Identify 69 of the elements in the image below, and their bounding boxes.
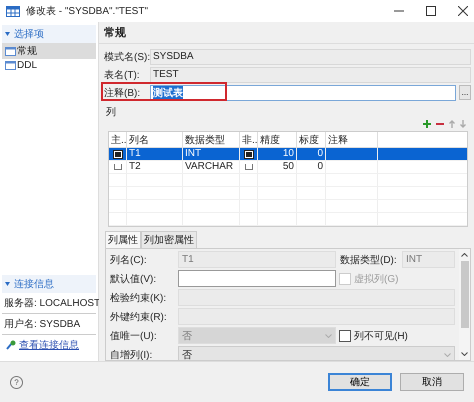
column-header[interactable]: 非.. xyxy=(240,132,258,147)
field-label: 自增列(I): xyxy=(110,348,154,360)
table-icon xyxy=(5,46,16,56)
connection-icon xyxy=(6,340,16,350)
table-icon xyxy=(6,6,20,16)
sidebar-item[interactable]: 常规 xyxy=(2,43,96,59)
column-header[interactable]: 数据类型 xyxy=(183,132,240,147)
field-label: 表名(T): xyxy=(104,68,141,82)
connection-info: 用户名: SYSDBA xyxy=(2,314,96,335)
input-field: INT xyxy=(402,251,455,268)
close-icon[interactable] xyxy=(458,6,468,16)
table-cell: 0 xyxy=(317,161,323,173)
section-title: 连接信息 xyxy=(14,278,54,291)
cancel-button[interactable]: 取消 xyxy=(400,373,464,391)
input-field[interactable]: 测试表 xyxy=(150,84,456,100)
checkbox[interactable] xyxy=(114,164,122,170)
field-label: 外键约束(R): xyxy=(110,310,168,324)
tab[interactable]: 列属性 xyxy=(105,231,141,248)
checkbox[interactable] xyxy=(244,164,252,170)
section-title: 选择项 xyxy=(14,28,44,41)
field-label: 默认值(V): xyxy=(110,272,158,286)
page-title: 常规 xyxy=(99,22,474,44)
input-field: TEST xyxy=(150,66,471,82)
scrollbar[interactable] xyxy=(459,249,470,360)
maximize-icon[interactable] xyxy=(426,6,436,16)
add-icon[interactable] xyxy=(423,120,431,128)
window-title: 修改表 - "SYSDBA"."TEST" xyxy=(26,4,148,18)
table-cell: 10 xyxy=(282,148,294,160)
table-row[interactable]: T2 VARCHAR 50 0 xyxy=(109,161,467,174)
column-header[interactable]: 主.. xyxy=(109,132,127,147)
field-label: 数据类型(D): xyxy=(339,254,398,266)
column-header[interactable]: 标度 xyxy=(297,132,326,147)
checkbox-label: 虚拟列(G) xyxy=(354,272,398,286)
table-icon xyxy=(5,61,16,70)
checkbox-label: 列不可见(H) xyxy=(354,330,408,342)
sidebar-item[interactable]: DDL xyxy=(2,59,96,72)
chevron-down-icon[interactable] xyxy=(461,352,468,356)
input-field[interactable] xyxy=(178,270,336,287)
field-label: 值唯一(U): xyxy=(110,330,158,342)
table-cell: T2 xyxy=(129,161,141,173)
column-header[interactable]: 精度 xyxy=(258,132,297,147)
field-label: 模式名(S): xyxy=(104,50,150,64)
collapse-icon[interactable] xyxy=(5,32,10,36)
chevron-down-icon xyxy=(444,352,451,356)
table-cell: 0 xyxy=(317,148,323,160)
chevron-up-icon[interactable] xyxy=(461,253,468,257)
table-cell: INT xyxy=(185,148,202,160)
dropdown: 否 xyxy=(178,327,336,344)
dropdown[interactable]: 否 xyxy=(178,346,455,360)
remove-icon[interactable] xyxy=(436,120,444,128)
collapse-icon[interactable] xyxy=(5,282,10,286)
column-header[interactable]: 列名 xyxy=(127,132,183,147)
field-label: 注释(B): xyxy=(104,86,142,100)
table-cell: T1 xyxy=(129,148,141,160)
input-field: SYSDBA xyxy=(150,48,471,64)
table-cell: 50 xyxy=(282,161,294,173)
table-cell: VARCHAR xyxy=(185,161,234,173)
input-field: T1 xyxy=(178,251,336,268)
column-header[interactable]: 注释 xyxy=(326,132,378,147)
ok-button[interactable]: 确定 xyxy=(328,373,392,391)
help-button[interactable]: ? xyxy=(10,376,23,388)
tab[interactable]: 列加密属性 xyxy=(141,231,197,248)
connection-link[interactable]: 查看连接信息 xyxy=(19,338,79,352)
section-label: 列 xyxy=(105,106,117,119)
browse-button[interactable]: ... xyxy=(459,85,471,100)
field-label: 列名(C): xyxy=(110,254,148,266)
checkbox[interactable] xyxy=(339,330,351,342)
field-label: 检验约束(K): xyxy=(110,292,168,304)
chevron-down-icon xyxy=(325,334,332,338)
